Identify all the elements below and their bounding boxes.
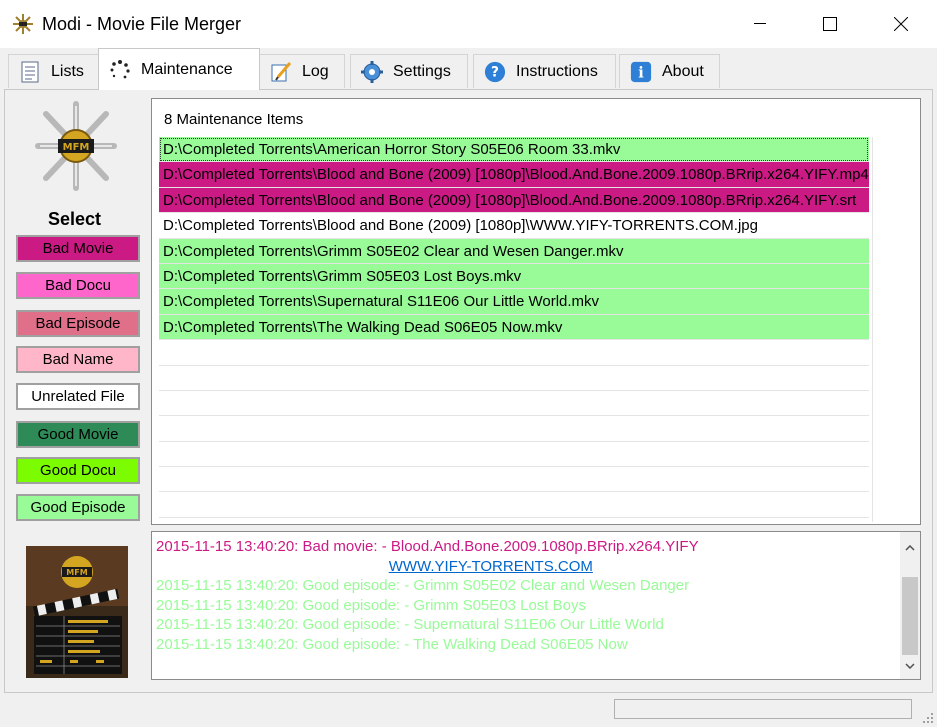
status-bar	[0, 694, 937, 727]
tab-label: Maintenance	[141, 60, 233, 78]
resize-grip-icon[interactable]	[922, 712, 934, 724]
log-line: 2015-11-15 13:40:20: Good episode: - Sup…	[156, 616, 664, 633]
maximize-button[interactable]	[807, 0, 853, 48]
list-item[interactable]: D:\Completed Torrents\American Horror St…	[159, 137, 869, 163]
list-item[interactable]: D:\Completed Torrents\Grimm S05E03 Lost …	[159, 263, 869, 290]
log-line: 2015-11-15 13:40:20: Good episode: - Gri…	[156, 597, 586, 614]
empty-row	[159, 366, 869, 391]
unrelated-file-button[interactable]: Unrelated File	[16, 383, 140, 410]
chevron-down-icon	[905, 663, 915, 669]
bad-name-button[interactable]: Bad Name	[16, 346, 140, 373]
tab-label: Settings	[393, 62, 451, 80]
tab-label: Log	[302, 62, 329, 80]
list-item[interactable]: D:\Completed Torrents\Grimm S05E02 Clear…	[159, 238, 869, 264]
svg-text:i: i	[638, 64, 644, 81]
good-movie-button[interactable]: Good Movie	[16, 421, 140, 448]
column-divider	[872, 137, 873, 522]
tab-label: About	[662, 62, 704, 80]
log-line: 2015-11-15 13:40:20: Bad movie: - Blood.…	[156, 538, 699, 555]
select-label: Select	[48, 209, 102, 229]
minimize-button[interactable]	[737, 0, 783, 48]
list-item[interactable]: D:\Completed Torrents\The Walking Dead S…	[159, 314, 869, 341]
maintenance-list[interactable]: 8 Maintenance Items D:\Completed Torrent…	[151, 98, 921, 525]
tab-settings[interactable]: Settings	[350, 54, 468, 88]
scroll-up-button[interactable]	[900, 538, 920, 558]
good-episode-button[interactable]: Good Episode	[16, 494, 140, 521]
empty-row	[159, 467, 869, 493]
bad-docu-button[interactable]: Bad Docu	[16, 272, 140, 299]
help-icon: ?	[484, 61, 506, 83]
mfm-logo: MFM	[35, 101, 117, 191]
log-line: 2015-11-15 13:40:20: Good episode: - The…	[156, 636, 628, 653]
list-item[interactable]: D:\Completed Torrents\Blood and Bone (20…	[159, 213, 869, 239]
list-item[interactable]: D:\Completed Torrents\Blood and Bone (20…	[159, 162, 869, 188]
list-item[interactable]: D:\Completed Torrents\Blood and Bone (20…	[159, 187, 869, 214]
maximize-icon	[823, 17, 837, 31]
spinner-icon	[109, 59, 131, 81]
empty-row	[159, 416, 869, 442]
minimize-icon	[754, 23, 766, 24]
list-item[interactable]: D:\Completed Torrents\Supernatural S11E0…	[159, 289, 869, 315]
bad-movie-button[interactable]: Bad Movie	[16, 235, 140, 262]
logo-text: MFM	[63, 142, 90, 153]
log-line-prefix: 2015-11-15 13:40:20: Invalid item:	[156, 558, 387, 575]
tab-maintenance[interactable]: Maintenance	[98, 48, 260, 90]
list-rows: D:\Completed Torrents\American Horror St…	[159, 137, 869, 518]
tab-instructions[interactable]: ? Instructions	[473, 54, 616, 88]
bad-episode-button[interactable]: Bad Episode	[16, 310, 140, 337]
empty-row	[159, 442, 869, 468]
status-field	[614, 699, 912, 719]
svg-text:?: ?	[491, 64, 499, 80]
tab-log[interactable]: Log	[259, 54, 345, 88]
log-line: 2015-11-15 13:40:20: Invalid item: WWW.Y…	[156, 558, 593, 575]
list-header: 8 Maintenance Items	[164, 111, 304, 128]
poster-logo-text: MFM	[66, 568, 87, 577]
tab-strip: Lists Maintenance Log Settings ? Instruc…	[0, 48, 937, 90]
tab-about[interactable]: i About	[619, 54, 720, 88]
scroll-thumb[interactable]	[902, 577, 918, 655]
tab-lists[interactable]: Lists	[8, 54, 99, 88]
tab-label: Lists	[51, 62, 84, 80]
log-textbox[interactable]: 2015-11-15 13:40:20: Bad movie: - Blood.…	[151, 531, 921, 680]
close-button[interactable]	[878, 0, 924, 48]
gear-icon	[361, 60, 383, 83]
title-bar: Modi - Movie File Merger	[0, 0, 937, 48]
log-scrollbar[interactable]	[900, 532, 920, 679]
document-icon	[19, 61, 41, 83]
good-docu-button[interactable]: Good Docu	[16, 457, 140, 484]
movie-poster-image: MFM	[26, 546, 128, 678]
log-link[interactable]: WWW.YIFY-TORRENTS.COM	[389, 558, 593, 575]
close-icon	[894, 17, 908, 31]
empty-row	[159, 492, 869, 518]
app-logo-icon	[13, 14, 33, 34]
tab-label: Instructions	[516, 62, 598, 80]
log-line: 2015-11-15 13:40:20: Good episode: - Gri…	[156, 577, 690, 594]
scroll-down-button[interactable]	[900, 656, 920, 676]
window-title: Modi - Movie File Merger	[42, 14, 242, 34]
empty-row	[159, 391, 869, 417]
info-icon: i	[630, 61, 652, 83]
notepad-pencil-icon	[270, 61, 292, 83]
empty-row	[159, 340, 869, 366]
chevron-up-icon	[905, 545, 915, 551]
